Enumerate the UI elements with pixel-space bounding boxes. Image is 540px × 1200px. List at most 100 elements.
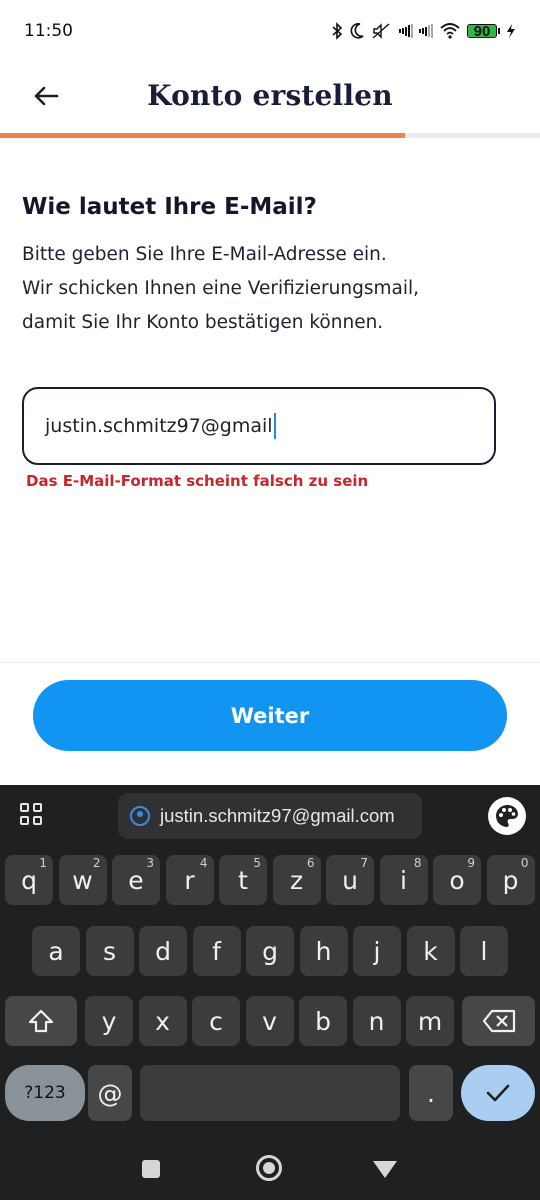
key-label: k bbox=[423, 936, 438, 966]
key-d[interactable]: d bbox=[139, 926, 187, 976]
key-label: x bbox=[155, 1006, 170, 1036]
key-label: g bbox=[262, 936, 278, 966]
key-label: m bbox=[417, 1006, 443, 1036]
key-label: u bbox=[342, 865, 358, 895]
bluetooth-icon bbox=[331, 22, 343, 40]
key-c[interactable]: c bbox=[192, 996, 240, 1046]
key-label: z bbox=[289, 865, 304, 895]
key-g[interactable]: g bbox=[246, 926, 294, 976]
key-n[interactable]: n bbox=[352, 996, 401, 1046]
key-label: @ bbox=[97, 1078, 123, 1108]
palette-icon[interactable] bbox=[488, 797, 526, 835]
description-line: Wir schicken Ihnen eine Verifizierungsma… bbox=[22, 278, 419, 299]
key-l[interactable]: l bbox=[460, 926, 508, 976]
key-t[interactable]: t5 bbox=[219, 855, 267, 905]
signal-icon bbox=[399, 24, 413, 38]
soft-keyboard: justin.schmitz97@gmail.com q1w2e3r4t5z6u… bbox=[0, 785, 540, 1200]
key-m[interactable]: m bbox=[406, 996, 454, 1046]
progress-bar bbox=[0, 133, 540, 138]
system-nav-bar bbox=[0, 1140, 540, 1200]
key-x[interactable]: x bbox=[138, 996, 187, 1046]
key-z[interactable]: z6 bbox=[272, 855, 321, 905]
at-key[interactable]: @ bbox=[88, 1065, 132, 1121]
key-v[interactable]: v bbox=[245, 996, 294, 1046]
backspace-key[interactable] bbox=[462, 996, 535, 1046]
account-icon bbox=[130, 806, 150, 826]
key-label: v bbox=[262, 1006, 277, 1036]
key-label: t bbox=[238, 865, 248, 895]
key-hint: 5 bbox=[253, 856, 261, 870]
key-label: y bbox=[101, 1006, 117, 1036]
continue-button[interactable]: Weiter bbox=[33, 680, 507, 751]
back-nav-button[interactable] bbox=[372, 1158, 398, 1180]
key-f[interactable]: f bbox=[192, 926, 241, 976]
key-label: w bbox=[72, 865, 93, 895]
key-label: . bbox=[427, 1078, 435, 1108]
key-b[interactable]: b bbox=[299, 996, 347, 1046]
key-q[interactable]: q1 bbox=[5, 855, 53, 905]
key-label: c bbox=[209, 1006, 223, 1036]
key-hint: 2 bbox=[92, 856, 101, 870]
description-line: damit Sie Ihr Konto bestätigen können. bbox=[22, 312, 384, 333]
key-u[interactable]: u7 bbox=[326, 855, 374, 905]
battery-icon: 90 bbox=[467, 23, 500, 40]
shift-icon bbox=[28, 1009, 54, 1033]
wifi-icon bbox=[439, 22, 461, 40]
key-label: j bbox=[373, 936, 381, 966]
divider bbox=[0, 662, 540, 663]
key-label: a bbox=[48, 936, 64, 966]
key-k[interactable]: k bbox=[406, 926, 455, 976]
back-button[interactable] bbox=[26, 76, 66, 116]
home-button[interactable] bbox=[255, 1154, 283, 1182]
key-hint: 4 bbox=[199, 856, 208, 870]
apps-grid-icon[interactable] bbox=[20, 803, 42, 825]
key-e[interactable]: e3 bbox=[112, 855, 160, 905]
question-heading: Wie lautet Ihre E-Mail? bbox=[22, 194, 317, 220]
battery-level: 90 bbox=[467, 23, 497, 40]
key-label: e bbox=[128, 865, 144, 895]
triangle-back-icon bbox=[373, 1161, 397, 1178]
key-i[interactable]: i8 bbox=[379, 855, 428, 905]
email-suggestion-chip[interactable]: justin.schmitz97@gmail.com bbox=[118, 793, 422, 839]
key-label: s bbox=[102, 936, 117, 966]
email-field[interactable]: justin.schmitz97@gmail bbox=[22, 387, 496, 465]
error-message: Das E-Mail-Format scheint falsch zu sein bbox=[26, 472, 369, 490]
status-icons: 90 bbox=[331, 22, 516, 40]
key-label: p bbox=[502, 865, 519, 895]
key-o[interactable]: o9 bbox=[433, 855, 481, 905]
keyboard-toolbar: justin.schmitz97@gmail.com bbox=[0, 785, 540, 847]
enter-key[interactable] bbox=[461, 1065, 535, 1121]
key-p[interactable]: p0 bbox=[486, 855, 535, 905]
key-hint: 9 bbox=[467, 856, 475, 870]
progress-fill bbox=[0, 133, 405, 138]
key-h[interactable]: h bbox=[299, 926, 348, 976]
key-a[interactable]: a bbox=[32, 926, 80, 976]
email-value: justin.schmitz97@gmail bbox=[45, 415, 273, 437]
key-label: q bbox=[21, 865, 37, 895]
key-w[interactable]: w2 bbox=[58, 855, 107, 905]
key-r[interactable]: r4 bbox=[165, 855, 214, 905]
symbols-key[interactable]: ?123 bbox=[5, 1065, 85, 1121]
key-hint: 8 bbox=[413, 856, 422, 870]
key-label: i bbox=[400, 865, 407, 895]
key-label: h bbox=[315, 936, 332, 966]
key-label: b bbox=[315, 1006, 331, 1036]
status-time: 11:50 bbox=[24, 21, 73, 41]
period-key[interactable]: . bbox=[409, 1065, 453, 1121]
key-y[interactable]: y bbox=[85, 996, 133, 1046]
square-icon bbox=[142, 1160, 160, 1178]
recents-button[interactable] bbox=[140, 1158, 162, 1180]
home-circle-icon bbox=[256, 1155, 282, 1181]
form-content: Wie lautet Ihre E-Mail? Bitte geben Sie … bbox=[22, 194, 518, 340]
key-label: n bbox=[368, 1006, 385, 1036]
shift-key[interactable] bbox=[5, 996, 77, 1046]
key-j[interactable]: j bbox=[353, 926, 401, 976]
signal-icon bbox=[419, 24, 433, 38]
mute-icon bbox=[371, 22, 393, 40]
space-key[interactable] bbox=[140, 1065, 400, 1121]
key-label: f bbox=[212, 936, 221, 966]
key-s[interactable]: s bbox=[85, 926, 134, 976]
key-hint: 7 bbox=[360, 856, 368, 870]
key-hint: 0 bbox=[520, 856, 529, 870]
key-label: o bbox=[449, 865, 465, 895]
